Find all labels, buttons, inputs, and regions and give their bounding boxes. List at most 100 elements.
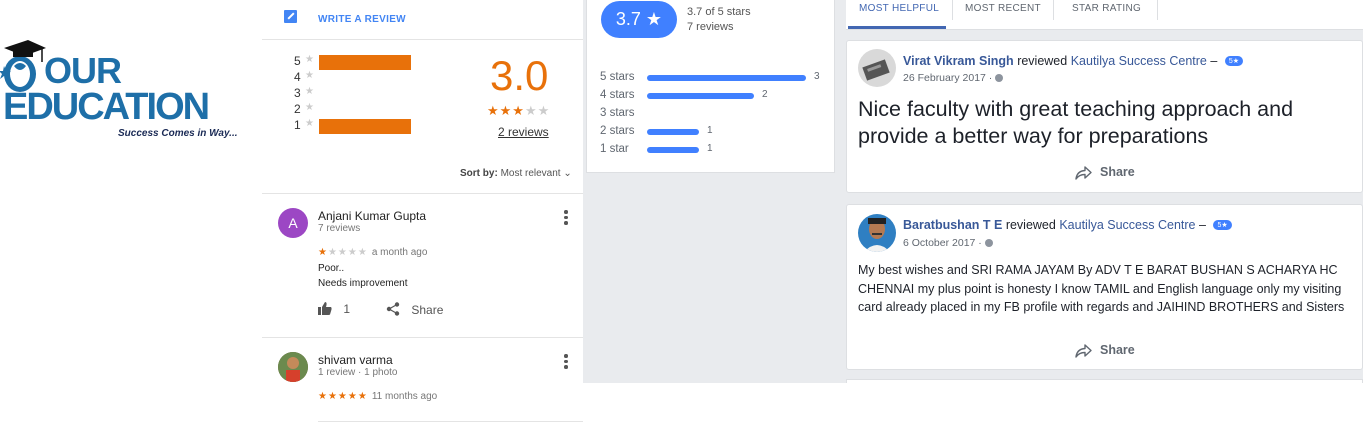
reviewer-name[interactable]: shivam varma — [318, 353, 393, 367]
histogram-row: 1 ★ — [292, 118, 432, 134]
histogram-bar — [319, 119, 411, 134]
histogram-row: 4 ★ — [292, 70, 432, 84]
pencil-icon — [284, 10, 297, 23]
avatar[interactable] — [858, 214, 896, 252]
thumbs-up-icon — [318, 302, 332, 315]
rating-bar-count: 1 — [707, 143, 713, 154]
rating-bar — [647, 147, 699, 153]
chevron-down-icon: ⌄ — [563, 168, 572, 179]
histogram-star-label: 5 — [294, 54, 301, 68]
share-arrow-icon — [1075, 166, 1092, 180]
histogram-row: 5 ★ — [292, 54, 432, 70]
review-card: shivam varma 1 review · 1 photo ★★★★★ 11 … — [262, 338, 583, 423]
more-options-icon[interactable] — [564, 354, 568, 370]
rating-bar — [647, 129, 699, 135]
rating-bar — [647, 75, 806, 81]
share-arrow-icon — [1075, 344, 1092, 358]
star-icon: ★ — [305, 118, 314, 129]
avatar[interactable]: A — [278, 208, 308, 238]
reviewed-verb: reviewed — [1005, 218, 1056, 232]
rating-bar-row: 2 stars 1 — [600, 125, 830, 139]
review-stars: ★★★★★ a month ago — [318, 247, 428, 258]
rating-badge: 5★ — [1224, 56, 1243, 66]
review-text: Nice faculty with great teaching approac… — [858, 97, 1294, 148]
share-label: Share — [1100, 343, 1135, 357]
logo-tagline: Success Comes in Way... — [118, 128, 238, 139]
rating-bar-row: 5 stars 3 — [600, 71, 830, 85]
star-icon: ★ — [305, 70, 314, 81]
active-tab-indicator — [848, 26, 946, 29]
sort-value: Most relevant — [500, 168, 561, 179]
sort-label: Sort by: — [460, 168, 498, 179]
page-link[interactable]: Kautilya Success Centre — [1059, 218, 1195, 232]
histogram-star-label: 4 — [294, 70, 301, 84]
logo-line-education: EDUCATION — [3, 86, 210, 128]
tab-star-rating[interactable]: STAR RATING — [1072, 3, 1141, 14]
tab-separator — [1053, 0, 1054, 20]
globe-icon — [984, 239, 993, 247]
review-date[interactable]: 26 February 2017 · — [903, 72, 1004, 84]
avatar[interactable] — [858, 49, 896, 87]
reviewer-name[interactable]: Anjani Kumar Gupta — [318, 209, 426, 223]
rating-pill: 3.7 ★ — [601, 1, 677, 38]
share-button[interactable]: Share — [1075, 343, 1135, 358]
review-date: a month ago — [371, 247, 428, 258]
rating-bar-count: 3 — [814, 71, 820, 82]
like-button[interactable]: 1 — [318, 302, 350, 316]
avatar[interactable] — [278, 352, 308, 382]
average-rating: 3.0 — [490, 52, 549, 99]
share-label: Share — [411, 303, 444, 317]
rating-bar-count: 2 — [762, 89, 768, 100]
google-reviews-panel: WRITE A REVIEW 5 ★ 4 ★ 3 ★ 2 ★ 1 ★ 3.0 ★★★★★ 2 re… — [262, 0, 583, 429]
review-stars: ★★★★★ 11 months ago — [318, 391, 438, 402]
review-heading: Virat Vikram Singh reviewed Kautilya Suc… — [903, 54, 1243, 68]
more-options-icon[interactable] — [564, 210, 568, 226]
review-date-text: 26 February 2017 · — [903, 72, 993, 84]
histogram-star-label: 3 — [294, 86, 301, 100]
tab-most-helpful[interactable]: MOST HELPFUL — [859, 3, 939, 14]
write-review-row[interactable]: WRITE A REVIEW — [262, 0, 583, 40]
write-review-button[interactable]: WRITE A REVIEW — [318, 14, 406, 25]
average-stars: ★★★★★ — [487, 103, 551, 118]
review-text: Needs improvement — [318, 278, 408, 289]
page-link[interactable]: Kautilya Success Centre — [1071, 54, 1207, 68]
next-review-card-edge — [846, 379, 1363, 383]
rating-bar — [647, 93, 754, 99]
rating-bar-label: 1 star — [600, 143, 629, 155]
tab-separator — [1157, 0, 1158, 20]
rating-badge: 5★ — [1213, 220, 1232, 230]
reviews-count-link[interactable]: 2 reviews — [498, 125, 549, 139]
share-button[interactable]: Share — [1075, 165, 1135, 180]
star-icon: ★ — [305, 54, 314, 65]
histogram-bar — [319, 55, 411, 70]
tab-most-recent[interactable]: MOST RECENT — [965, 3, 1041, 14]
reviewer-meta: 1 review · 1 photo — [318, 367, 398, 378]
separator-dash: – — [1210, 54, 1218, 68]
separator-dash: – — [1199, 218, 1206, 232]
histogram-star-label: 1 — [294, 118, 301, 132]
review-date[interactable]: 6 October 2017 · — [903, 237, 993, 249]
rating-out-of: 3.7 of 5 stars — [687, 6, 751, 18]
share-button[interactable]: Share — [386, 302, 443, 317]
globe-icon — [995, 74, 1004, 82]
star-icon: ★ — [305, 86, 314, 97]
rating-count: 7 reviews — [687, 21, 734, 33]
reviewer-name[interactable]: Virat Vikram Singh — [903, 54, 1014, 68]
review-text: My best wishes and SRI RAMA JAYAM By ADV… — [858, 263, 1345, 314]
rating-bar-row: 1 star 1 — [600, 143, 830, 157]
review-card: A Anjani Kumar Gupta 7 reviews ★★★★★ a mo… — [262, 194, 583, 337]
facebook-review-card: Virat Vikram Singh reviewed Kautilya Suc… — [846, 40, 1363, 193]
rating-bar-label: 5 stars — [600, 71, 635, 83]
share-icon — [386, 302, 400, 316]
like-count: 1 — [343, 302, 351, 316]
sort-dropdown[interactable]: Sort by: Most relevant ⌄ — [460, 168, 572, 179]
review-date-text: 6 October 2017 · — [903, 237, 982, 249]
rating-bar-row: 3 stars — [600, 107, 830, 121]
facebook-rating-summary: 3.7 ★ 3.7 of 5 stars 7 reviews 5 stars 3 4… — [586, 0, 835, 173]
review-date: 11 months ago — [371, 391, 438, 402]
rating-bar-row: 4 stars 2 — [600, 89, 830, 103]
share-label: Share — [1100, 165, 1135, 179]
reviewer-name[interactable]: Baratbushan T E — [903, 218, 1002, 232]
rating-bar-label: 3 stars — [600, 107, 635, 119]
rating-bar-label: 2 stars — [600, 125, 635, 137]
